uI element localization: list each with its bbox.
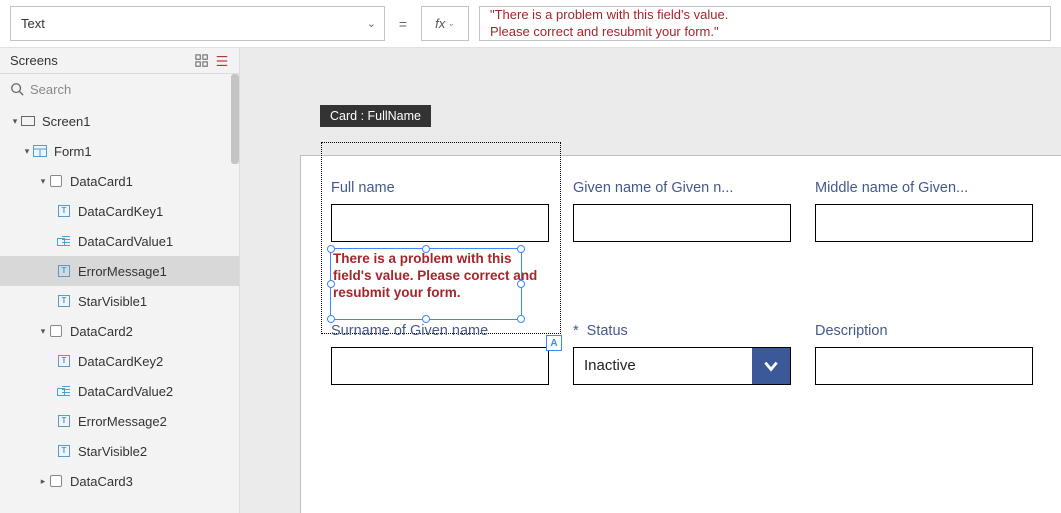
datacard-middle[interactable]: Middle name of Given... [815, 180, 1033, 303]
datacard-description[interactable]: Description [815, 323, 1033, 385]
canvas[interactable]: Card : FullName Full name There is a pro… [240, 48, 1061, 513]
property-dropdown[interactable]: Text ⌄ [10, 6, 385, 41]
label-fullname: Full name [331, 180, 549, 196]
screens-panel: Screens Search ▾Screen1 ▾Form1 ▾DataCard… [0, 48, 240, 513]
text-icon: T [58, 415, 70, 427]
dropdown-button[interactable] [752, 348, 790, 384]
formula-input[interactable]: "There is a problem with this field's va… [479, 6, 1051, 41]
panel-title: Screens [10, 53, 58, 68]
input-middle[interactable] [815, 204, 1033, 242]
tree-item-datacardvalue1[interactable]: DataCardValue1 [0, 226, 239, 256]
tree-item-starvisible1[interactable]: TStarVisible1 [0, 286, 239, 316]
tree-view: ▾Screen1 ▾Form1 ▾DataCard1 TDataCardKey1… [0, 104, 239, 513]
fx-label: fx [435, 16, 445, 31]
datacard-status[interactable]: *Status Inactive [573, 323, 791, 385]
search-icon [10, 82, 24, 96]
value-icon [57, 236, 71, 246]
text-icon: T [58, 295, 70, 307]
input-description[interactable] [815, 347, 1033, 385]
card-icon [50, 175, 62, 187]
formula-text: "There is a problem with this field's va… [490, 7, 728, 41]
list-view-icon[interactable] [215, 54, 229, 68]
datacard-fullname[interactable]: Full name There is a problem with this f… [331, 180, 549, 303]
input-given[interactable] [573, 204, 791, 242]
accessibility-badge[interactable]: A [546, 335, 562, 351]
text-icon: T [58, 205, 70, 217]
tree-item-starvisible2[interactable]: TStarVisible2 [0, 436, 239, 466]
tree-item-form1[interactable]: ▾Form1 [0, 136, 239, 166]
tree-item-datacard1[interactable]: ▾DataCard1 [0, 166, 239, 196]
text-icon: T [58, 355, 70, 367]
input-surname[interactable] [331, 347, 549, 385]
text-icon: T [58, 265, 70, 277]
tree-item-screen1[interactable]: ▾Screen1 [0, 106, 239, 136]
search-input[interactable]: Search [0, 74, 239, 104]
selection-tag[interactable]: Card : FullName [320, 105, 431, 127]
input-fullname[interactable] [331, 204, 549, 242]
label-given: Given name of Given n... [573, 180, 791, 196]
chevron-down-icon: ⌄ [367, 17, 376, 30]
form-icon [32, 143, 48, 159]
form1: Full name There is a problem with this f… [301, 156, 1061, 409]
tree-item-datacard3[interactable]: ▸DataCard3 [0, 466, 239, 496]
text-icon: T [58, 445, 70, 457]
errormessage1[interactable]: There is a problem with this field's val… [331, 250, 549, 303]
label-description: Description [815, 323, 1033, 339]
formula-bar: Text ⌄ = fx ⌄ "There is a problem with t… [0, 0, 1061, 48]
card-icon [50, 475, 62, 487]
required-star: * [573, 323, 579, 339]
datacard-surname[interactable]: Surname of Given name [331, 323, 549, 385]
select-status[interactable]: Inactive [573, 347, 791, 385]
chevron-down-icon: ⌄ [447, 18, 455, 29]
equals-sign: = [395, 6, 411, 41]
panel-header: Screens [0, 48, 239, 74]
fx-button[interactable]: fx ⌄ [421, 6, 469, 41]
tree-item-datacard2[interactable]: ▾DataCard2 [0, 316, 239, 346]
grid-view-icon[interactable] [195, 54, 209, 68]
datacard-given[interactable]: Given name of Given n... [573, 180, 791, 303]
label-status: *Status [573, 323, 791, 339]
artboard[interactable]: Full name There is a problem with this f… [300, 155, 1061, 513]
tree-item-errormessage2[interactable]: TErrorMessage2 [0, 406, 239, 436]
tree-item-datacardvalue2[interactable]: DataCardValue2 [0, 376, 239, 406]
label-surname: Surname of Given name [331, 323, 549, 339]
scrollbar[interactable] [231, 74, 239, 164]
chevron-down-icon [762, 357, 780, 375]
label-middle: Middle name of Given... [815, 180, 1033, 196]
tree-item-errormessage1[interactable]: TErrorMessage1 [0, 256, 239, 286]
card-icon [50, 325, 62, 337]
tree-item-datacardkey1[interactable]: TDataCardKey1 [0, 196, 239, 226]
property-name: Text [21, 16, 45, 31]
screen-icon [21, 116, 35, 126]
status-value: Inactive [574, 357, 752, 374]
search-placeholder: Search [30, 82, 71, 97]
tree-item-datacardkey2[interactable]: TDataCardKey2 [0, 346, 239, 376]
value-icon [57, 386, 71, 396]
